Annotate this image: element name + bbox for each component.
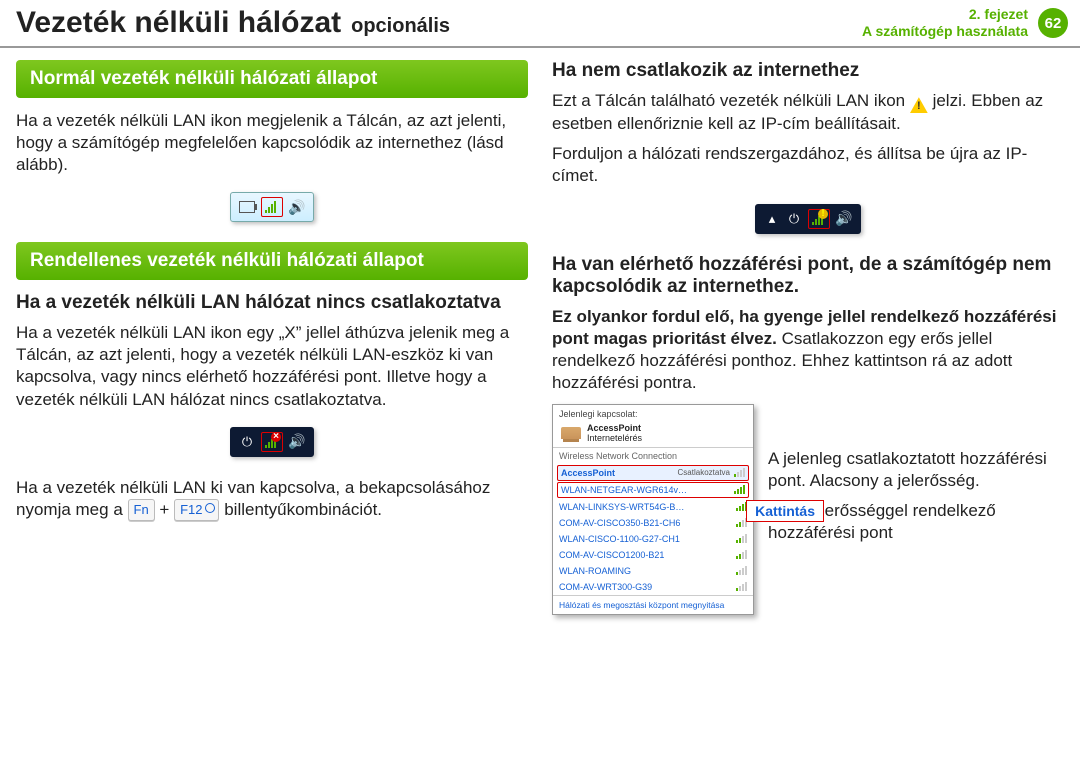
title-text: Vezeték nélküli hálózat <box>16 6 341 40</box>
chapter-subtitle: A számítógép használata <box>862 23 1028 40</box>
left-column: Normál vezeték nélküli hálózati állapot … <box>16 60 528 615</box>
np-current-ap: AccessPoint Internetelérés <box>553 421 753 447</box>
power-icon: ⏻ <box>239 434 255 450</box>
tray-box-dark-x: ⏻ 🔊 <box>230 427 314 457</box>
paragraph-keyboard-hint: Ha a vezeték nélküli LAN ki van kapcsolv… <box>16 477 528 521</box>
bench-icon <box>561 427 581 439</box>
header-divider <box>0 46 1080 48</box>
key-f12: F12 <box>174 499 219 521</box>
power-icon: ⏻ <box>786 211 802 227</box>
network-panel-wrap: Jelenlegi kapcsolat: AccessPoint Interne… <box>552 404 754 615</box>
tray-example-warn: ▴ ⏻ 🔊 <box>552 204 1064 234</box>
np-row[interactable]: COM-AV-WRT300-G39 <box>553 579 753 595</box>
subheading-no-internet: Ha nem csatlakozik az internethez <box>552 60 1064 82</box>
chapter-info: 2. fejezet A számítógép használata <box>862 6 1028 40</box>
paragraph-no-internet: Ezt a Tálcán található vezeték nélküli L… <box>552 90 1064 135</box>
paragraph-contact-admin: Forduljon a hálózati rendszergazdához, é… <box>552 143 1064 187</box>
right-column: Ha nem csatlakozik az internethez Ezt a … <box>552 60 1064 615</box>
np-row[interactable]: AccessPointCsatlakoztatva <box>557 465 749 481</box>
speaker-icon: 🔊 <box>289 434 305 450</box>
paragraph-disconnected: Ha a vezeték nélküli LAN ikon egy „X” je… <box>16 322 528 410</box>
click-callout-label: Kattintás <box>746 500 824 522</box>
wifi-signal-x-icon <box>261 432 283 452</box>
tray-example-normal: 🔊 <box>16 192 528 222</box>
page-number-badge: 62 <box>1038 8 1068 38</box>
section-heading-abnormal: Rendellenes vezeték nélküli hálózati áll… <box>16 242 528 280</box>
np-current-label: Jelenlegi kapcsolat: <box>553 405 753 421</box>
warning-triangle-icon: ! <box>910 97 928 113</box>
np-row[interactable]: COM-AV-CISCO1200-B21 <box>553 547 753 563</box>
wifi-signal-warn-icon <box>808 209 830 229</box>
kb-hint-post: billentyűkombinációt. <box>224 500 382 519</box>
content-columns: Normál vezeték nélküli hálózati állapot … <box>0 60 1080 615</box>
np-row[interactable]: WLAN-NETGEAR-WGR614v9-G28-CH11 <box>557 482 749 498</box>
ni-pre: Ezt a Tálcán található vezeték nélküli L… <box>552 91 910 110</box>
tray-box-light: 🔊 <box>230 192 314 222</box>
page-header: Vezeték nélküli hálózat opcionális 2. fe… <box>0 0 1080 44</box>
np-footer-link[interactable]: Hálózati és megosztási központ megnyitás… <box>553 595 753 614</box>
key-plus: + <box>159 500 174 519</box>
tray-box-dark-warn: ▴ ⏻ 🔊 <box>755 204 861 234</box>
np-ap-name: AccessPoint <box>587 423 642 433</box>
subheading-weak-ap: Ha van elérhető hozzáférési pont, de a s… <box>552 254 1064 298</box>
page-title: Vezeték nélküli hálózat opcionális <box>16 6 450 40</box>
speaker-icon: 🔊 <box>836 211 852 227</box>
np-row[interactable]: WLAN-LINKSYS-WRT54G-B20-CH6 <box>553 499 753 515</box>
note-current-ap: A jelenleg csatlakoztatott hozzáférési p… <box>768 448 1064 492</box>
key-fn: Fn <box>128 499 155 521</box>
section-heading-normal: Normál vezeték nélküli hálózati állapot <box>16 60 528 98</box>
np-section-label: Wireless Network Connection <box>553 447 753 464</box>
paragraph-normal-intro: Ha a vezeték nélküli LAN ikon megjelenik… <box>16 110 528 176</box>
np-row[interactable]: WLAN-ROAMING <box>553 563 753 579</box>
np-row[interactable]: COM-AV-CISCO350-B21-CH6 <box>553 515 753 531</box>
up-arrow-icon: ▴ <box>764 211 780 227</box>
header-right: 2. fejezet A számítógép használata 62 <box>862 6 1068 40</box>
speaker-icon: 🔊 <box>289 199 305 215</box>
tray-example-disconnected: ⏻ 🔊 <box>16 427 528 457</box>
network-panel[interactable]: Jelenlegi kapcsolat: AccessPoint Interne… <box>552 404 754 615</box>
wifi-signal-icon <box>261 197 283 217</box>
chapter-number: 2. fejezet <box>862 6 1028 23</box>
subheading-disconnected: Ha a vezeték nélküli LAN hálózat nincs c… <box>16 292 528 314</box>
np-row[interactable]: WLAN-CISCO-1100-G27-CH1 <box>553 531 753 547</box>
battery-icon <box>239 199 255 215</box>
np-ap-sub: Internetelérés <box>587 433 642 443</box>
paragraph-weak-ap: Ez olyankor fordul elő, ha gyenge jellel… <box>552 306 1064 394</box>
title-subtext: opcionális <box>351 15 450 38</box>
np-list: AccessPointCsatlakoztatvaWLAN-NETGEAR-WG… <box>553 465 753 595</box>
network-panel-row: Jelenlegi kapcsolat: AccessPoint Interne… <box>552 404 1064 615</box>
